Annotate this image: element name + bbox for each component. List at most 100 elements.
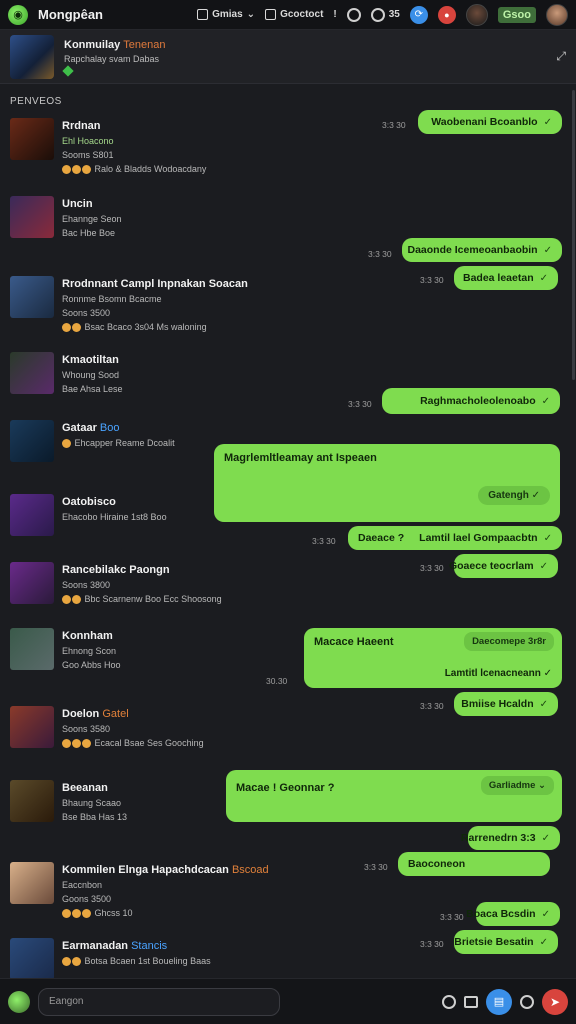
list-item[interactable]: Oatobisco Ehacobo Hiraine 1st8 Boo: [10, 494, 167, 536]
avatar: [10, 196, 54, 238]
message-card[interactable]: Macae ! Geonnar ? Garliadme ⌄: [226, 770, 562, 822]
avatar: [10, 562, 54, 604]
message-bubble[interactable]: Daaonde Icemeoanbaobin ✓: [402, 238, 562, 262]
scrollbar[interactable]: [572, 90, 575, 380]
avatar: [10, 352, 54, 394]
list-item[interactable]: Rrdnan Ehl Hoacono Sooms S801 Ralo & Bla…: [10, 118, 206, 175]
list-item[interactable]: Earmanadan Stancis Botsa Bcaen 1st Bouel…: [10, 938, 211, 980]
card-action-button[interactable]: Gatengh ✓: [478, 486, 550, 505]
list-item[interactable]: Rrodnnant Campl Inpnakan Soacan Ronnme B…: [10, 276, 248, 333]
list-item[interactable]: Konnham Ehnong Scon Goo Abbs Hoo: [10, 628, 121, 670]
share-icon[interactable]: ⟳: [409, 5, 428, 24]
emoji-icon[interactable]: [442, 994, 456, 1009]
avatar[interactable]: [465, 3, 488, 26]
check-icon: ✓: [543, 532, 552, 544]
list-item[interactable]: Uncin Ehannge Seon Bac Hbe Boe: [10, 196, 122, 238]
attachment-icon[interactable]: [464, 995, 478, 1008]
menu-item-2[interactable]: Gcoctoct: [265, 9, 323, 20]
message-bubble[interactable]: Goaece teocrlam ✓: [449, 554, 558, 578]
counter-icon: [370, 7, 385, 22]
timestamp: 3:3 30: [420, 275, 444, 285]
list-item[interactable]: Kommilen Elnga Hapachdcacan Bscoad Eaccn…: [10, 862, 269, 919]
message-bubble[interactable]: Rarrenedrn 3:3 ✓: [461, 826, 560, 850]
person-status: Ehnong Scon: [62, 646, 117, 656]
person-activity: Bsac Bcaco 3s04 Ms waloning: [62, 322, 248, 333]
person-name: Konnham: [62, 630, 113, 642]
person-detail: Goo Abbs Hoo: [62, 660, 121, 670]
person-detail: Bae Ahsa Lese: [62, 384, 123, 394]
list-item[interactable]: Kmaotiltan Whoung Sood Bae Ahsa Lese: [10, 352, 123, 394]
list-item[interactable]: Doelon Gatel Soons 3580 Ecacal Bsae Ses …: [10, 706, 204, 749]
person-status: Whoung Sood: [62, 370, 120, 380]
conversation-header[interactable]: Konmuilay Tenenan Rapchalay svam Dabas ⤢: [0, 30, 576, 84]
message-input[interactable]: Eangon: [38, 987, 280, 1016]
user-pill[interactable]: Gsoo: [497, 6, 536, 23]
timestamp: 3:3 30: [420, 563, 444, 573]
message-bubble[interactable]: Lamtil lael Gompaacbtn ✓: [404, 526, 562, 550]
record-icon[interactable]: ●: [437, 5, 456, 24]
alert-button[interactable]: !: [333, 9, 336, 20]
person-status: Ehl Hoacono: [62, 136, 114, 146]
composer-bar: Eangon ▤ ➤: [0, 978, 576, 1024]
timestamp: 3:3 30: [368, 249, 392, 259]
message-card[interactable]: Magrlemltleamay ant Ispeaen Gatengh ✓: [214, 444, 560, 522]
avatar: [10, 938, 54, 980]
message-bubble[interactable]: Baoconeon: [398, 852, 550, 876]
conversation-thumbnail: [10, 34, 54, 79]
message-bubble[interactable]: Brietsie Besatin ✓: [454, 930, 558, 954]
list-item[interactable]: Beeanan Bhaung Scaao Bse Bba Has 13: [10, 780, 127, 822]
person-detail: Sooms S801: [62, 150, 114, 160]
person-detail: Bac Hbe Boe: [62, 228, 116, 238]
person-status: Botsa Bcaen 1st Boueling Baas: [62, 956, 211, 967]
avatar: [10, 706, 54, 748]
message-bubble[interactable]: Raghmacholeolenoabo ✓: [382, 388, 560, 414]
mic-icon[interactable]: [520, 994, 534, 1009]
card-title: Magrlemltleamay ant Ispeaen: [224, 452, 377, 464]
app-logo-icon[interactable]: ◉: [8, 4, 28, 25]
check-icon: ✓: [543, 116, 552, 128]
card-dropdown[interactable]: Garliadme ⌄: [480, 776, 554, 795]
person-detail: Soons 3500: [62, 308, 111, 318]
gif-icon[interactable]: ▤: [486, 988, 512, 1015]
window-icon: [197, 9, 209, 20]
check-icon: ✓: [539, 272, 548, 284]
message-bubble[interactable]: Waobenani Bcoanblo ✓: [418, 110, 562, 134]
person-activity: Ralo & Bladds Wodoacdany: [62, 164, 206, 175]
top-bar: ◉ Mongpêan Gmias ⌄ Gcoctoct ! 35 ⟳ ● Gsoo: [0, 0, 576, 30]
send-icon[interactable]: ➤: [542, 988, 568, 1015]
check-icon: ✓: [541, 908, 550, 920]
person-detail: Goons 3500: [62, 894, 112, 904]
timestamp: 3:3 30: [364, 862, 388, 872]
section-label: PENVEOS: [10, 96, 62, 107]
person-name: Oatobisco: [62, 496, 116, 508]
list-item[interactable]: Rancebilakc Paongn Soons 3800 Bbc Scarne…: [10, 562, 222, 605]
gem-icon: [62, 64, 74, 77]
timestamp: 3:3 30: [348, 399, 372, 409]
profile-avatar[interactable]: [546, 3, 568, 26]
expand-icon[interactable]: ⤢: [556, 49, 566, 64]
person-status: Ronnme Bsomn Bcacme: [62, 294, 162, 304]
person-name: Rrdnan: [62, 120, 101, 132]
status-button[interactable]: [346, 7, 361, 22]
avatar: [10, 420, 54, 462]
menu-item-1[interactable]: Gmias ⌄: [197, 9, 255, 20]
card-inner-box[interactable]: Daecomepe 3r8r: [464, 632, 554, 651]
avatar[interactable]: [8, 990, 30, 1013]
avatar: [10, 862, 54, 904]
person-name: Rrodnnant Campl Inpnakan Soacan: [62, 278, 248, 290]
list-item[interactable]: Gataar Boo Ehcapper Reame Dcoalit: [10, 420, 175, 462]
person-name: Doelon Gatel: [62, 708, 129, 720]
avatar: [10, 628, 54, 670]
badge-button[interactable]: 35: [370, 7, 400, 22]
message-card[interactable]: Macace Haeent Daecomepe 3r8r Lamtitl lce…: [304, 628, 562, 688]
timestamp: 3:3 30: [440, 912, 464, 922]
message-bubble[interactable]: Badea leaetan ✓: [454, 266, 558, 290]
message-bubble[interactable]: Bmiise Hcaldn ✓: [454, 692, 558, 716]
message-bubble[interactable]: Boaca Bcsdin ✓: [466, 902, 560, 926]
person-detail: Bse Bba Has 13: [62, 812, 128, 822]
person-name: Kommilen Elnga Hapachdcacan Bscoad: [62, 864, 269, 876]
person-activity: Ecacal Bsae Ses Gooching: [62, 738, 204, 749]
window-icon: [265, 9, 277, 20]
person-status: Ehcapper Reame Dcoalit: [62, 438, 175, 449]
avatar: [10, 118, 54, 160]
